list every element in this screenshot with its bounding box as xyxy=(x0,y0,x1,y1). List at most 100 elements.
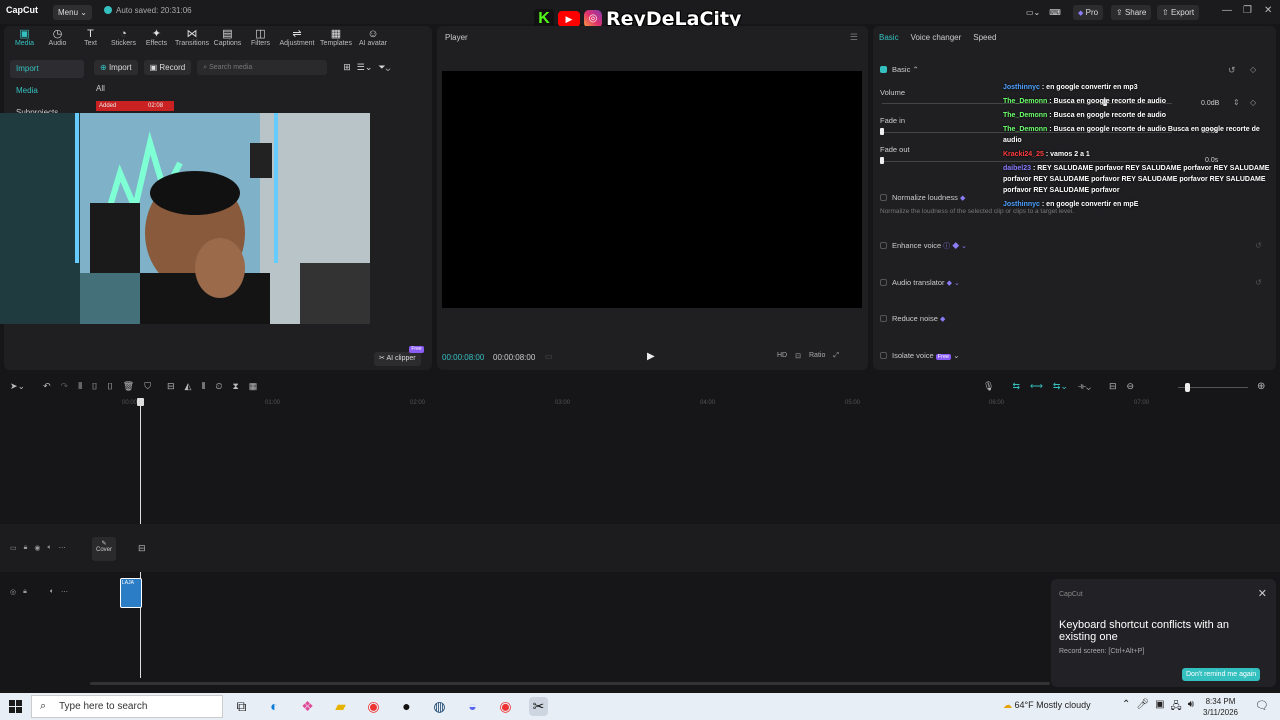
restore-icon[interactable]: ❐ xyxy=(1243,5,1252,16)
shield-icon[interactable]: ⛉ xyxy=(144,381,151,392)
translator-checkbox[interactable] xyxy=(880,279,887,286)
chrome-alt-icon[interactable]: ◉ xyxy=(496,697,515,716)
side-item-import[interactable]: Import xyxy=(10,60,84,78)
tool-text[interactable]: T Text xyxy=(74,26,107,52)
chrome-icon[interactable]: ◉ xyxy=(364,697,383,716)
weather-widget[interactable]: ☁ 64°F Mostly cloudy xyxy=(1003,700,1091,711)
discord-icon[interactable]: ◒ xyxy=(463,697,482,716)
tab-basic[interactable]: Basic xyxy=(879,33,899,42)
audio-translator-row[interactable]: Audio translator ◆ ⌄ xyxy=(880,278,960,287)
eye-icon[interactable]: ◉ xyxy=(34,544,40,552)
network-icon[interactable]: 🖧 xyxy=(1171,699,1182,716)
export-button[interactable]: ⇧ Export xyxy=(1157,4,1200,20)
isolate-voice-row[interactable]: Isolate voice Free ⌄ xyxy=(880,351,960,360)
copilot-icon[interactable]: ❖ xyxy=(298,697,317,716)
volume-icon[interactable]: 🔊︎ xyxy=(1188,699,1194,716)
tab-voice-changer[interactable]: Voice changer xyxy=(911,33,962,42)
video-preview[interactable] xyxy=(442,71,862,308)
taskbar-search-input[interactable]: ⌕ Type here to search xyxy=(31,695,223,718)
shortcut-icon[interactable]: ⌨ xyxy=(1049,8,1061,17)
quality-button[interactable]: HD xyxy=(777,352,787,360)
play-icon[interactable]: ▶ xyxy=(647,351,655,362)
redo-icon[interactable]: ↷ xyxy=(61,381,69,392)
subtitle-icon[interactable]: ⊟ xyxy=(1109,381,1117,392)
zoom-in-icon[interactable]: ⊕ xyxy=(1257,381,1265,392)
tool-ai-avatar[interactable]: ☺ AI avatar xyxy=(355,26,391,52)
search-media-input[interactable]: ⌕ Search media xyxy=(197,60,328,75)
normalize-checkbox[interactable] xyxy=(880,194,887,201)
audio-split-icon[interactable]: ⧗ xyxy=(232,381,238,392)
menu-button[interactable]: Menu ⌄ xyxy=(53,5,92,20)
edge-icon[interactable]: ◐ xyxy=(265,697,284,716)
timecode-icon[interactable]: ▭ xyxy=(545,352,553,361)
more-icon[interactable]: ⋯ xyxy=(61,588,68,596)
filter-icon[interactable]: ⏷⌄ xyxy=(378,62,390,73)
ratio-button[interactable]: Ratio xyxy=(809,352,825,360)
speaker-icon[interactable]: 🔈︎ xyxy=(47,544,51,552)
enhance-reset-icon[interactable]: ↺ xyxy=(1255,241,1262,250)
player-menu-icon[interactable]: ☰ xyxy=(850,32,858,43)
windows-start-icon[interactable] xyxy=(9,700,22,713)
tray-app-icon[interactable]: ▣ xyxy=(1155,699,1164,716)
timeline-ruler[interactable]: 00:00 01:00 02:00 03:00 04:00 05:00 06:0… xyxy=(88,398,1280,410)
steam-icon[interactable]: ◍ xyxy=(430,697,449,716)
tool-templates[interactable]: ▦ Templates xyxy=(317,26,355,52)
dont-remind-button[interactable]: Don't remind me again xyxy=(1182,668,1261,681)
toast-close-icon[interactable]: ✕ xyxy=(1258,587,1267,600)
lock-icon[interactable]: 🔒︎ xyxy=(23,588,27,596)
tool-adjustment[interactable]: ⇌ Adjustment xyxy=(277,26,317,52)
import-button[interactable]: ⊕ Import xyxy=(94,60,138,75)
fade-in-knob[interactable] xyxy=(880,128,884,135)
split-icon[interactable]: ⫴ xyxy=(78,381,82,392)
fade-out-knob[interactable] xyxy=(880,157,884,164)
tool-stickers[interactable]: ◔ Stickers xyxy=(107,26,140,52)
close-icon[interactable]: ✕ xyxy=(1264,5,1272,16)
select-icon[interactable]: ➤⌄ xyxy=(10,381,25,392)
preview-axis-icon[interactable]: ⟛⌄ xyxy=(1078,381,1091,392)
cover-button[interactable]: ✎ Cover xyxy=(92,537,116,561)
basic-checkbox[interactable] xyxy=(880,66,887,73)
clock[interactable]: 8:34 PM 3/11/2026 xyxy=(1203,696,1238,718)
tab-speed[interactable]: Speed xyxy=(973,33,996,42)
grid-view-icon[interactable]: ⊞ xyxy=(343,62,351,73)
chevron-up-icon[interactable]: ⌃ xyxy=(1122,699,1130,716)
pro-button[interactable]: ◆ Pro xyxy=(1073,4,1104,20)
split-left-icon[interactable]: ⌷ xyxy=(92,381,97,392)
delete-icon[interactable]: 🗑 xyxy=(123,381,134,392)
freeze-icon[interactable]: ⦀ xyxy=(201,381,205,392)
speaker-icon[interactable]: 🔈︎ xyxy=(50,588,54,596)
crop-icon[interactable]: ⊟ xyxy=(167,381,175,392)
zoom-knob[interactable] xyxy=(1185,383,1190,392)
basic-section-header[interactable]: Basic ⌃ xyxy=(880,65,919,74)
enhance-voice-row[interactable]: Enhance voice ⓘ ◆ ⌄ xyxy=(880,241,967,251)
translator-reset-icon[interactable]: ↺ xyxy=(1255,278,1262,287)
obs-icon[interactable]: ● xyxy=(397,697,416,716)
record-button[interactable]: ▣ Record xyxy=(143,60,192,75)
normalize-row[interactable]: Normalize loudness ◆ xyxy=(880,193,965,202)
enhance-checkbox[interactable] xyxy=(880,242,887,249)
mic-icon[interactable]: 🎤︎ xyxy=(1136,699,1149,716)
audio-clip[interactable]: LAJA xyxy=(120,578,142,608)
keyframe-icon[interactable]: ◇ xyxy=(1250,65,1256,74)
file-explorer-icon[interactable]: ▰ xyxy=(331,697,350,716)
reduce-noise-checkbox[interactable] xyxy=(880,315,887,322)
magnet-icon[interactable]: ⟷ xyxy=(1030,381,1043,392)
tool-effects[interactable]: ✦ Effects xyxy=(140,26,173,52)
reset-icon[interactable]: ↺ xyxy=(1228,65,1236,76)
ai-clipper-button[interactable]: ✂ AI clipper Free xyxy=(374,346,424,366)
share-button[interactable]: ⇪ Share xyxy=(1111,4,1152,20)
tool-transitions[interactable]: ⋈ Transitions xyxy=(173,26,211,52)
minimize-icon[interactable]: — xyxy=(1222,5,1232,16)
layout-icon[interactable]: ▭⌄ xyxy=(1026,8,1040,17)
task-view-icon[interactable]: ⧉ xyxy=(232,697,251,716)
split-right-icon[interactable]: ⌷ xyxy=(107,381,112,392)
tool-captions[interactable]: ▤ Captions xyxy=(211,26,244,52)
notification-icon[interactable]: 🗨︎ xyxy=(1255,699,1269,712)
undo-icon[interactable]: ↶ xyxy=(43,381,51,392)
isolate-checkbox[interactable] xyxy=(880,352,887,359)
mask-icon[interactable]: ◭ xyxy=(185,381,192,392)
tool-filters[interactable]: ◫ Filters xyxy=(244,26,277,52)
lock-icon[interactable]: 🔒︎ xyxy=(24,544,28,552)
fullscreen-icon[interactable]: ⤢ xyxy=(833,352,839,360)
zoom-out-icon[interactable]: ⊖ xyxy=(1127,381,1135,392)
